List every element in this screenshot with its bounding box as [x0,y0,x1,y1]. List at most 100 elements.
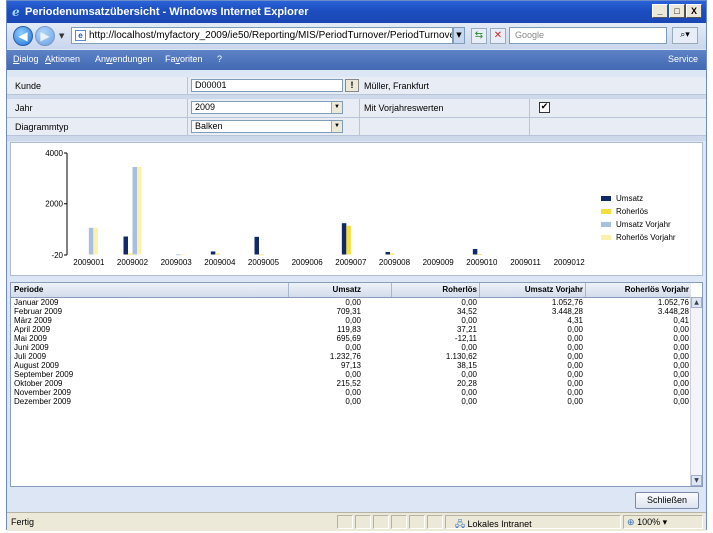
title-bar[interactable]: e Periodenumsatzübersicht - Windows Inte… [7,1,706,23]
bar-umsatz [341,223,347,255]
search-input[interactable]: Google [509,27,667,44]
bar-roherl-s-vorjahr [137,166,142,255]
cell-umsatz: 709,31 [336,307,361,316]
legend-swatch [601,209,611,214]
close-button[interactable]: Schließen [635,492,699,509]
table-row[interactable]: April 2009 119,83 37,21 0,00 0,00 [11,325,691,334]
address-toolbar: ◀ ▶ ▼ e http://localhost/myfactory_2009/i… [7,23,706,49]
cell-umsatz-vorjahr: 0,00 [567,379,583,388]
table-header: Periode Umsatz Roherlös Umsatz Vorjahr R… [11,283,691,298]
cell-roherloes-vorjahr: 0,00 [673,370,689,379]
menu-item-favoriten[interactable]: Favoriten [165,54,203,64]
window-title: Periodenumsatzübersicht - Windows Intern… [25,6,309,18]
cell-roherloes: 0,00 [461,316,477,325]
cell-roherloes: 1.130,62 [445,352,477,361]
col-roherloes-vorjahr[interactable]: Roherlös Vorjahr [625,285,689,294]
x-tick-label: 2009004 [204,258,236,267]
chart-area: 4000 2000 -20 2009001 2009002 2009003 2009004 2… [10,142,703,276]
form-row-kunde: Kunde D00001 ! Müller, Frankfurt [7,77,706,95]
diagrammtyp-label: Diagrammtyp [15,122,69,132]
legend-label: Roherlös [616,207,648,216]
legend-label: Roherlös Vorjahr [616,233,676,242]
col-umsatz[interactable]: Umsatz [333,285,361,294]
search-button[interactable]: ⌕▾ [672,27,698,44]
table-row[interactable]: März 2009 0,00 0,00 4,31 0,41 [11,316,691,325]
stop-icon[interactable]: ✕ [490,28,506,44]
diagrammtyp-select[interactable]: Balken ▼ [191,120,343,133]
back-button[interactable]: ◀ [13,26,33,46]
maximize-button[interactable]: □ [669,4,685,18]
cell-periode: Juli 2009 [14,352,47,361]
close-window-button[interactable]: X [686,4,702,18]
kunde-name: Müller, Frankfurt [364,81,430,91]
status-bar: Fertig 🖧 Lokales Intranet ⊕ 100% ▾ [7,512,706,531]
jahr-select[interactable]: 2009 ▼ [191,101,343,114]
table-row[interactable]: Dezember 2009 0,00 0,00 0,00 0,00 [11,397,691,406]
menu-service[interactable]: Service [668,54,698,64]
search-icon: ⌕▾ [680,30,690,40]
table-row[interactable]: Juni 2009 0,00 0,00 0,00 0,00 [11,343,691,352]
cell-umsatz-vorjahr: 0,00 [567,334,583,343]
turnover-table: Periode Umsatz Roherlös Umsatz Vorjahr R… [10,282,703,487]
col-umsatz-vorjahr[interactable]: Umsatz Vorjahr [525,285,583,294]
table-row[interactable]: Juli 2009 1.232,76 1.130,62 0,00 0,00 [11,352,691,361]
cell-roherloes-vorjahr: 0,00 [673,397,689,406]
menu-item-dialog[interactable]: Dialog [13,54,39,64]
table-row[interactable]: September 2009 0,00 0,00 0,00 0,00 [11,370,691,379]
cell-roherloes-vorjahr: 0,00 [673,325,689,334]
cell-umsatz: 0,00 [345,316,361,325]
minimize-button[interactable]: _ [652,4,668,18]
table-row[interactable]: Mai 2009 695,69 -12,11 0,00 0,00 [11,334,691,343]
kunde-input[interactable]: D00001 [191,79,343,92]
ie-logo-icon: e [12,5,20,17]
cell-periode: November 2009 [14,388,71,397]
vorjahr-checkbox[interactable]: ✔ [539,102,550,113]
zoom-icon: ⊕ [627,517,635,527]
chevron-down-icon[interactable]: ▼ [331,102,342,113]
menu-item-aktionen[interactable]: Aktionen [45,54,80,64]
cell-periode: März 2009 [14,316,52,325]
kunde-label: Kunde [15,81,42,91]
bar-umsatz [385,252,390,255]
security-zone[interactable]: 🖧 Lokales Intranet [455,517,532,533]
address-input[interactable]: e http://localhost/myfactory_2009/ie50/Re… [71,27,453,44]
scroll-up-icon[interactable]: ▲ [691,297,702,308]
address-dropdown-icon[interactable]: ▼ [453,27,465,44]
menu-item-anwendungen[interactable]: Anwendungen [95,54,153,64]
bar-umsatz [254,236,259,255]
x-tick-label: 2009001 [73,258,105,267]
x-tick-label: 2009006 [292,258,324,267]
col-roherloes[interactable]: Roherlös [442,285,477,294]
table-row[interactable]: Januar 2009 0,00 0,00 1.052,76 1.052,76 [11,298,691,307]
address-url: http://localhost/myfactory_2009/ie50/Rep… [89,30,453,41]
col-periode[interactable]: Periode [14,285,43,294]
history-dropdown-icon[interactable]: ▼ [59,32,64,40]
kunde-lookup-button[interactable]: ! [345,79,359,92]
refresh-icon[interactable]: ⇆ [471,28,487,44]
legend-swatch [601,235,611,240]
table-row[interactable]: Oktober 2009 215,52 20,28 0,00 0,00 [11,379,691,388]
x-tick-label: 2009010 [466,258,498,267]
table-row[interactable]: Februar 2009 709,31 34,52 3.448,28 3.448,28 [11,307,691,316]
forward-button[interactable]: ▶ [35,26,55,46]
scroll-down-icon[interactable]: ▼ [691,475,702,486]
cell-roherloes: 37,21 [456,325,477,334]
chevron-down-icon[interactable]: ▼ [331,121,342,132]
table-row[interactable]: November 2009 0,00 0,00 0,00 0,00 [11,388,691,397]
jahr-label: Jahr [15,103,33,113]
table-scrollbar[interactable]: ▲ ▼ [690,297,702,486]
zoom-level[interactable]: ⊕ 100% ▾ [627,517,667,528]
table-row[interactable]: August 2009 97,13 38,15 0,00 0,00 [11,361,691,370]
y-tick-label: -20 [51,251,63,260]
menu-item-help[interactable]: ? [217,54,222,64]
x-tick-label: 2009003 [161,258,193,267]
cell-roherloes-vorjahr: 0,00 [673,343,689,352]
cell-umsatz-vorjahr: 0,00 [567,343,583,352]
cell-umsatz-vorjahr: 3.448,28 [551,307,583,316]
x-tick-label: 2009009 [423,258,455,267]
legend-swatch [601,196,611,201]
page-icon: e [75,30,86,41]
bar-umsatz-vorjahr [176,254,181,256]
cell-umsatz-vorjahr: 0,00 [567,325,583,334]
cell-roherloes: 38,15 [456,361,477,370]
